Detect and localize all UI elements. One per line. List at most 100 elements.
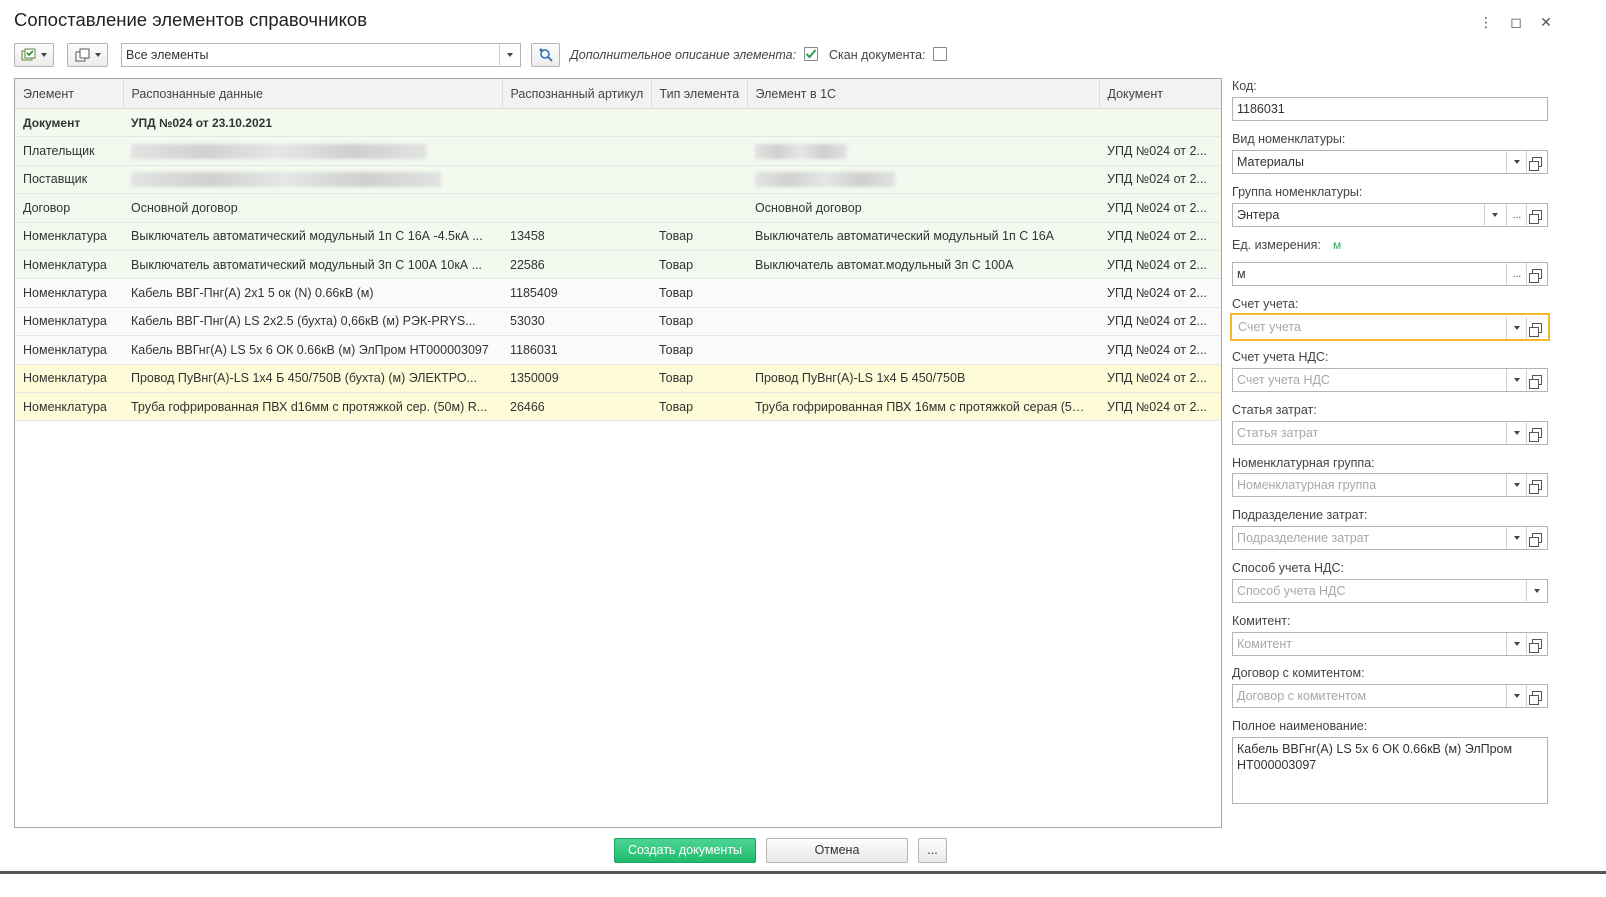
cost-item-label: Статья затрат: — [1232, 403, 1317, 417]
cell-element: Номенклатура — [15, 222, 123, 251]
open-button[interactable] — [1526, 527, 1547, 549]
vat-account-label: Счет учета НДС: — [1232, 350, 1329, 364]
chevron-down-icon — [1514, 694, 1520, 698]
table-row[interactable]: Поставщик УПД №024 от 2... — [15, 165, 1221, 195]
create-documents-button[interactable]: Создать документы — [614, 838, 756, 863]
principal-contract-field[interactable]: Договор с комитентом — [1232, 684, 1548, 708]
search-match-icon — [539, 48, 553, 62]
cell-type: Товар — [651, 364, 747, 393]
elements-table[interactable]: Элемент Распознанные данные Распознанный… — [14, 78, 1222, 828]
open-button[interactable] — [1526, 151, 1547, 173]
cell-element: Номенклатура — [15, 278, 123, 308]
cell-element-1c: Труба гофрированная ПВХ 16мм с протяжкой… — [747, 392, 1099, 422]
table-row[interactable]: Документ УПД №024 от 23.10.2021 — [15, 108, 1221, 138]
dropdown-button[interactable] — [1484, 204, 1505, 226]
cell-element: Номенклатура — [15, 250, 123, 280]
open-icon — [1529, 210, 1542, 224]
cell-recognized: Кабель ВВГ-Пнг(А) LS 2х2.5 (бухта) 0,66к… — [123, 307, 502, 337]
code-field[interactable]: 1186031 — [1232, 97, 1548, 121]
cell-article: 13458 — [502, 222, 651, 251]
dropdown-button[interactable] — [1506, 527, 1527, 549]
table-row[interactable]: Договор Основной договор Основной договор У… — [15, 193, 1221, 223]
cell-article: 53030 — [502, 307, 651, 337]
select-button[interactable]: ... — [1506, 204, 1527, 226]
full-name-textarea[interactable]: Кабель ВВГнг(А) LS 5х 6 ОК 0.66кВ (м) Эл… — [1232, 737, 1548, 804]
cost-division-label: Подразделение затрат: — [1232, 508, 1368, 522]
dropdown-button[interactable] — [1506, 151, 1527, 173]
more-options-icon[interactable]: ⋮ — [1476, 12, 1496, 32]
vat-method-label: Способ учета НДС: — [1232, 561, 1345, 575]
cell-document — [1099, 108, 1221, 138]
mark-items-button[interactable] — [14, 43, 54, 67]
cell-element: Номенклатура — [15, 335, 123, 365]
column-header-recognized[interactable]: Распознанные данные — [123, 79, 503, 109]
nomenclature-kind-field[interactable]: Материалы — [1232, 150, 1548, 174]
nomenclature-group-field[interactable]: Энтера ... — [1232, 203, 1548, 227]
open-button[interactable] — [1526, 204, 1547, 226]
cell-type: Товар — [651, 278, 747, 308]
vat-account-field[interactable]: Счет учета НДС — [1232, 368, 1548, 392]
open-button[interactable] — [1526, 474, 1547, 496]
dropdown-button[interactable] — [1506, 685, 1527, 707]
column-header-element-1c[interactable]: Элемент в 1С — [747, 79, 1100, 109]
more-actions-button[interactable]: ... — [918, 838, 947, 863]
copy-button[interactable] — [67, 43, 108, 67]
cell-element-1c — [747, 307, 1099, 337]
dropdown-button[interactable] — [1506, 369, 1527, 391]
cell-article — [502, 108, 651, 138]
open-button[interactable] — [1526, 317, 1547, 339]
table-row[interactable]: Номенклатура Провод ПуВнг(А)-LS 1х4 Б 450… — [15, 364, 1221, 393]
principal-field[interactable]: Комитент — [1232, 632, 1548, 656]
table-row[interactable]: Номенклатура Труба гофрированная ПВХ d16м… — [15, 392, 1221, 422]
open-icon — [1529, 480, 1542, 494]
chevron-down-icon — [1514, 326, 1520, 330]
table-row[interactable]: Номенклатура Кабель ВВГ-Пнг(А) LS 2х2.5 (… — [15, 307, 1221, 337]
table-row[interactable]: Номенклатура Кабель ВВГ-Пнг(А) 2х1 5 ок (… — [15, 278, 1221, 308]
cost-division-field[interactable]: Подразделение затрат — [1232, 526, 1548, 550]
scan-checkbox[interactable] — [933, 47, 947, 61]
dropdown-button[interactable] — [1506, 317, 1527, 339]
vat-method-field[interactable]: Способ учета НДС — [1232, 579, 1548, 603]
cell-element-1c: Выключатель автомат.модульный 3п С 100А — [747, 250, 1099, 280]
chevron-down-icon — [507, 53, 513, 57]
table-row[interactable]: Номенклатура Кабель ВВГнг(А) LS 5х 6 ОК 0… — [15, 335, 1221, 365]
dropdown-button[interactable] — [1506, 474, 1527, 496]
unit-field[interactable]: м ... — [1232, 262, 1548, 286]
redacted-text — [131, 172, 441, 188]
cell-article: 22586 — [502, 250, 651, 280]
open-button[interactable] — [1526, 685, 1547, 707]
open-button[interactable] — [1526, 263, 1547, 285]
close-icon[interactable]: ✕ — [1536, 12, 1556, 32]
table-row[interactable]: Плательщик УПД №024 от 2... — [15, 136, 1221, 166]
open-button[interactable] — [1526, 422, 1547, 444]
dropdown-button[interactable] — [1526, 580, 1547, 602]
column-header-element[interactable]: Элемент — [15, 79, 124, 109]
cell-type — [651, 108, 747, 138]
maximize-icon[interactable]: ◻ — [1506, 12, 1526, 32]
open-icon — [1529, 639, 1542, 653]
open-button[interactable] — [1526, 633, 1547, 655]
cost-item-field[interactable]: Статья затрат — [1232, 421, 1548, 445]
chevron-down-icon — [1514, 642, 1520, 646]
dropdown-button[interactable] — [1506, 633, 1527, 655]
extra-description-checkbox[interactable] — [804, 47, 818, 61]
dropdown-button[interactable] — [499, 44, 520, 66]
redacted-text — [755, 143, 847, 159]
column-header-document[interactable]: Документ — [1099, 79, 1221, 109]
table-row[interactable]: Номенклатура Выключатель автоматический м… — [15, 222, 1221, 251]
table-row[interactable]: Номенклатура Выключатель автоматический м… — [15, 250, 1221, 280]
chevron-down-icon — [1514, 431, 1520, 435]
nom-group-field[interactable]: Номенклатурная группа — [1232, 473, 1548, 497]
cell-recognized: Выключатель автоматический модульный 1п … — [123, 222, 502, 251]
open-button[interactable] — [1526, 369, 1547, 391]
filter-select[interactable]: Все элементы — [121, 43, 521, 67]
column-header-type[interactable]: Тип элемента — [651, 79, 748, 109]
column-header-article[interactable]: Распознанный артикул — [502, 79, 652, 109]
extra-description-label: Дополнительное описание элемента: — [570, 48, 797, 62]
dropdown-button[interactable] — [1506, 422, 1527, 444]
select-button[interactable]: ... — [1506, 263, 1527, 285]
auto-match-button[interactable] — [531, 43, 560, 67]
account-field[interactable]: Счет учета — [1230, 313, 1550, 341]
cell-recognized: Кабель ВВГнг(А) LS 5х 6 ОК 0.66кВ (м) Эл… — [123, 335, 502, 365]
cancel-button[interactable]: Отмена — [766, 838, 908, 863]
